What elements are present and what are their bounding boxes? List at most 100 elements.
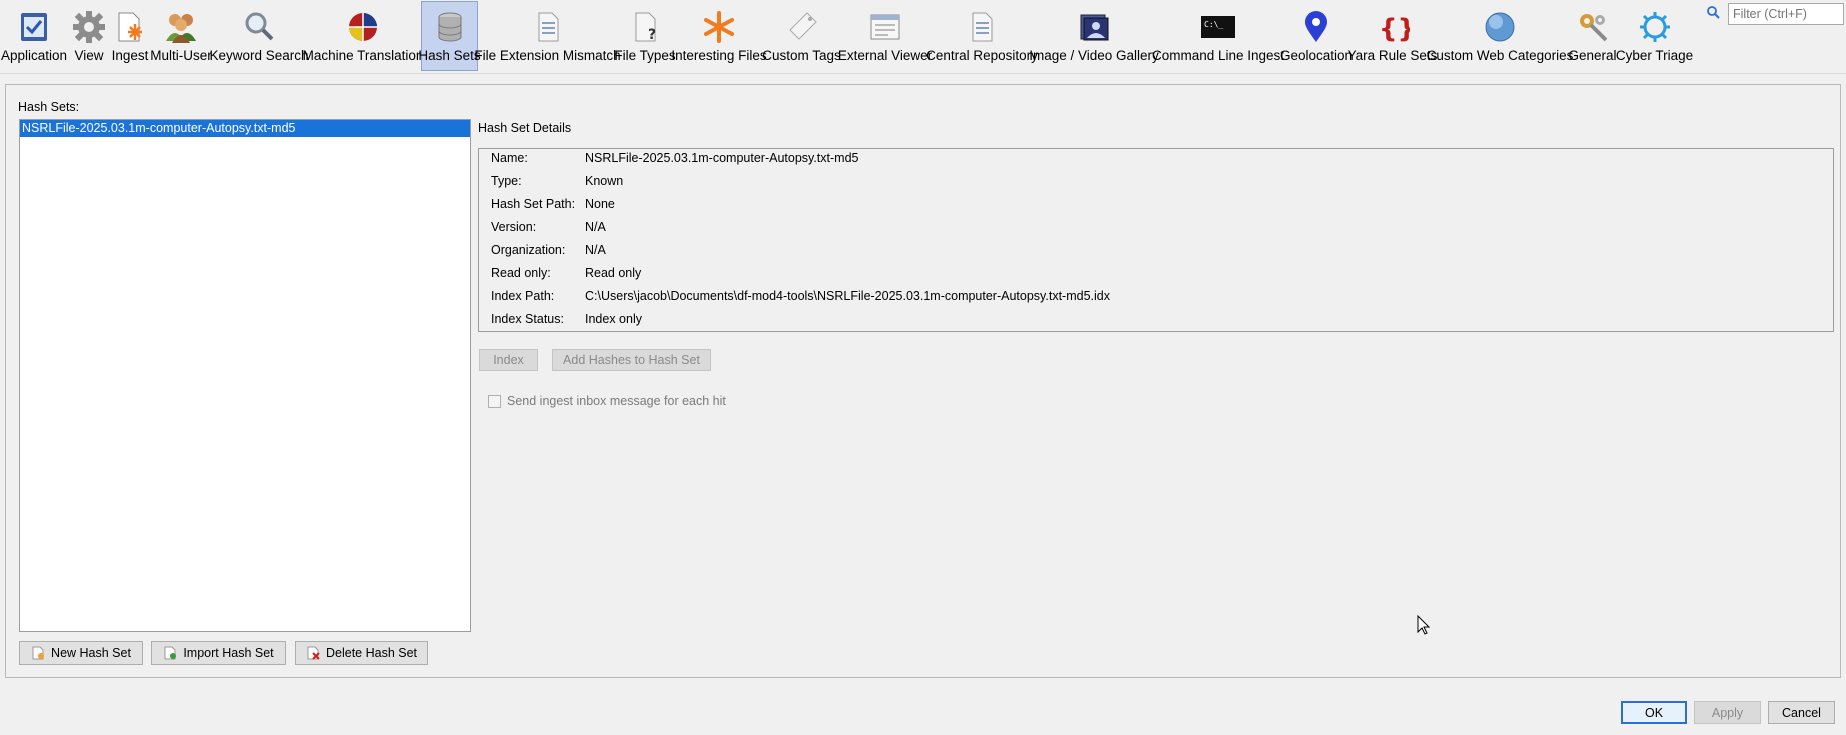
- add-hashes-button[interactable]: Add Hashes to Hash Set: [552, 349, 711, 371]
- search-icon: [1707, 6, 1720, 19]
- tag-icon: [788, 12, 817, 40]
- detail-value: None: [585, 197, 615, 211]
- toolbar-machine-translation[interactable]: Machine Translation: [303, 1, 423, 71]
- toolbar-custom-tags-label: Custom Tags: [762, 48, 841, 63]
- toolbar-file-extension-mismatch-label: File Extension Mismatch: [474, 48, 621, 63]
- toolbar-geolocation-label: Geolocation: [1279, 48, 1353, 63]
- cancel-button[interactable]: Cancel: [1768, 701, 1835, 724]
- hash-sets-list[interactable]: NSRLFile-2025.03.1m-computer-Autopsy.txt…: [19, 119, 471, 632]
- toolbar-interesting-files-label: Interesting Files: [671, 48, 767, 63]
- detail-label: Version:: [491, 220, 537, 234]
- detail-value: Index only: [585, 312, 642, 326]
- detail-label: Read only:: [491, 266, 551, 280]
- svg-text:C:\_: C:\_: [1204, 20, 1223, 29]
- detail-label: Name:: [491, 151, 528, 165]
- gear-icon: [73, 11, 105, 43]
- import-icon: [164, 646, 177, 660]
- hash-sets-title: Hash Sets:: [18, 100, 80, 114]
- toolbar-file-types-label: File Types: [614, 48, 676, 63]
- send-ingest-checkbox-label: Send ingest inbox message for each hit: [507, 394, 726, 408]
- new-hash-set-button[interactable]: New Hash Set: [19, 641, 143, 665]
- mouse-cursor-icon: [1417, 615, 1431, 635]
- toolbar-external-viewer-label: External Viewer: [837, 48, 933, 63]
- toolbar-custom-tags[interactable]: Custom Tags: [762, 1, 841, 71]
- toolbar-file-types[interactable]: ? File Types: [614, 1, 676, 71]
- detail-value: Read only: [585, 266, 642, 280]
- options-toolbar: Application View Ingest Multi-User Keywo…: [0, 0, 1846, 74]
- toolbar-command-line-ingest-label: Command Line Ingest: [1151, 48, 1285, 63]
- toolbar-application-label: Application: [0, 48, 68, 63]
- braces-icon: {}: [1379, 14, 1410, 44]
- delete-icon: [307, 646, 320, 660]
- toolbar-multi-user[interactable]: Multi-User: [150, 1, 212, 71]
- ok-button[interactable]: OK: [1621, 701, 1687, 724]
- toolbar-central-repository[interactable]: Central Repository: [926, 1, 1038, 71]
- detail-value: NSRLFile-2025.03.1m-computer-Autopsy.txt…: [585, 151, 859, 165]
- detail-label: Index Path:: [491, 289, 555, 303]
- toolbar-custom-web-categories-label: Custom Web Categories: [1426, 48, 1574, 63]
- toolbar-image-video-gallery-label: Image / Video Gallery: [1029, 48, 1159, 63]
- index-button[interactable]: Index: [479, 349, 538, 371]
- toolbar-yara-rule-sets[interactable]: {} Yara Rule Sets: [1348, 1, 1438, 71]
- detail-value: N/A: [585, 220, 606, 234]
- toolbar-custom-web-categories[interactable]: Custom Web Categories: [1427, 1, 1573, 71]
- toolbar-general[interactable]: General: [1568, 1, 1617, 71]
- database-icon: [438, 12, 461, 42]
- toolbar-machine-translation-label: Machine Translation: [302, 48, 424, 63]
- new-file-icon: [32, 646, 45, 660]
- toolbar-geolocation[interactable]: Geolocation: [1279, 1, 1353, 71]
- toolbar-ingest[interactable]: Ingest: [110, 1, 150, 71]
- translation-icon: [349, 13, 377, 41]
- toolbar-keyword-search-label: Keyword Search: [209, 48, 309, 63]
- toolbar-hash-sets-label: Hash Sets: [418, 48, 481, 63]
- document-icon: [972, 12, 993, 42]
- delete-hash-set-button[interactable]: Delete Hash Set: [295, 641, 428, 665]
- toolbar-view[interactable]: View: [71, 1, 107, 71]
- svg-text:{}: {}: [1379, 14, 1410, 44]
- hash-set-list-item[interactable]: NSRLFile-2025.03.1m-computer-Autopsy.txt…: [20, 120, 470, 137]
- detail-value: N/A: [585, 243, 606, 257]
- toolbar-ingest-label: Ingest: [111, 48, 149, 63]
- cyber-triage-icon: [1639, 12, 1670, 42]
- users-icon: [166, 14, 196, 43]
- filter-input[interactable]: [1728, 3, 1844, 25]
- detail-label: Index Status:: [491, 312, 564, 326]
- toolbar-yara-rule-sets-label: Yara Rule Sets: [1347, 48, 1438, 63]
- detail-label: Hash Set Path:: [491, 197, 576, 211]
- toolbar-view-label: View: [74, 48, 104, 63]
- toolbar-hash-sets[interactable]: Hash Sets: [418, 1, 481, 71]
- toolbar-central-repository-label: Central Repository: [926, 48, 1038, 63]
- hash-set-details-title: Hash Set Details: [478, 121, 572, 135]
- detail-label: Type:: [491, 174, 522, 188]
- hash-sets-panel: Hash Sets: NSRLFile-2025.03.1m-computer-…: [5, 84, 1841, 678]
- import-hash-set-label: Import Hash Set: [183, 646, 274, 660]
- send-ingest-checkbox[interactable]: [488, 394, 501, 408]
- gallery-icon: [1080, 14, 1109, 41]
- toolbar-file-extension-mismatch[interactable]: File Extension Mismatch: [474, 1, 621, 71]
- import-hash-set-button[interactable]: Import Hash Set: [151, 641, 286, 665]
- terminal-icon: C:\_: [1201, 16, 1235, 38]
- toolbar-multi-user-label: Multi-User: [150, 48, 212, 63]
- toolbar-external-viewer[interactable]: External Viewer: [838, 1, 932, 71]
- apply-button[interactable]: Apply: [1694, 701, 1761, 724]
- svg-text:?: ?: [648, 27, 656, 43]
- tools-icon: [1579, 14, 1607, 42]
- document-icon: [538, 12, 558, 42]
- file-question-icon: ?: [635, 12, 656, 43]
- toolbar-cyber-triage[interactable]: Cyber Triage: [1616, 1, 1693, 71]
- toolbar-command-line-ingest[interactable]: C:\_ Command Line Ingest: [1152, 1, 1284, 71]
- send-ingest-checkbox-row[interactable]: Send ingest inbox message for each hit: [488, 394, 726, 408]
- toolbar-interesting-files[interactable]: Interesting Files: [671, 1, 767, 71]
- window-icon: [870, 14, 900, 40]
- map-pin-icon: [1305, 11, 1327, 42]
- toolbar-keyword-search[interactable]: Keyword Search: [209, 1, 309, 71]
- toolbar-application[interactable]: Application: [0, 1, 68, 71]
- asterisk-icon: [704, 11, 734, 43]
- hash-set-details-box: Name: NSRLFile-2025.03.1m-computer-Autop…: [478, 148, 1834, 332]
- ingest-icon: [118, 12, 142, 42]
- toolbar-general-label: General: [1568, 48, 1617, 63]
- toolbar-image-video-gallery[interactable]: Image / Video Gallery: [1029, 1, 1159, 71]
- magnifier-icon: [245, 12, 274, 41]
- detail-value: Known: [585, 174, 624, 188]
- detail-value: C:\Users\jacob\Documents\df-mod4-tools\N…: [585, 289, 1110, 303]
